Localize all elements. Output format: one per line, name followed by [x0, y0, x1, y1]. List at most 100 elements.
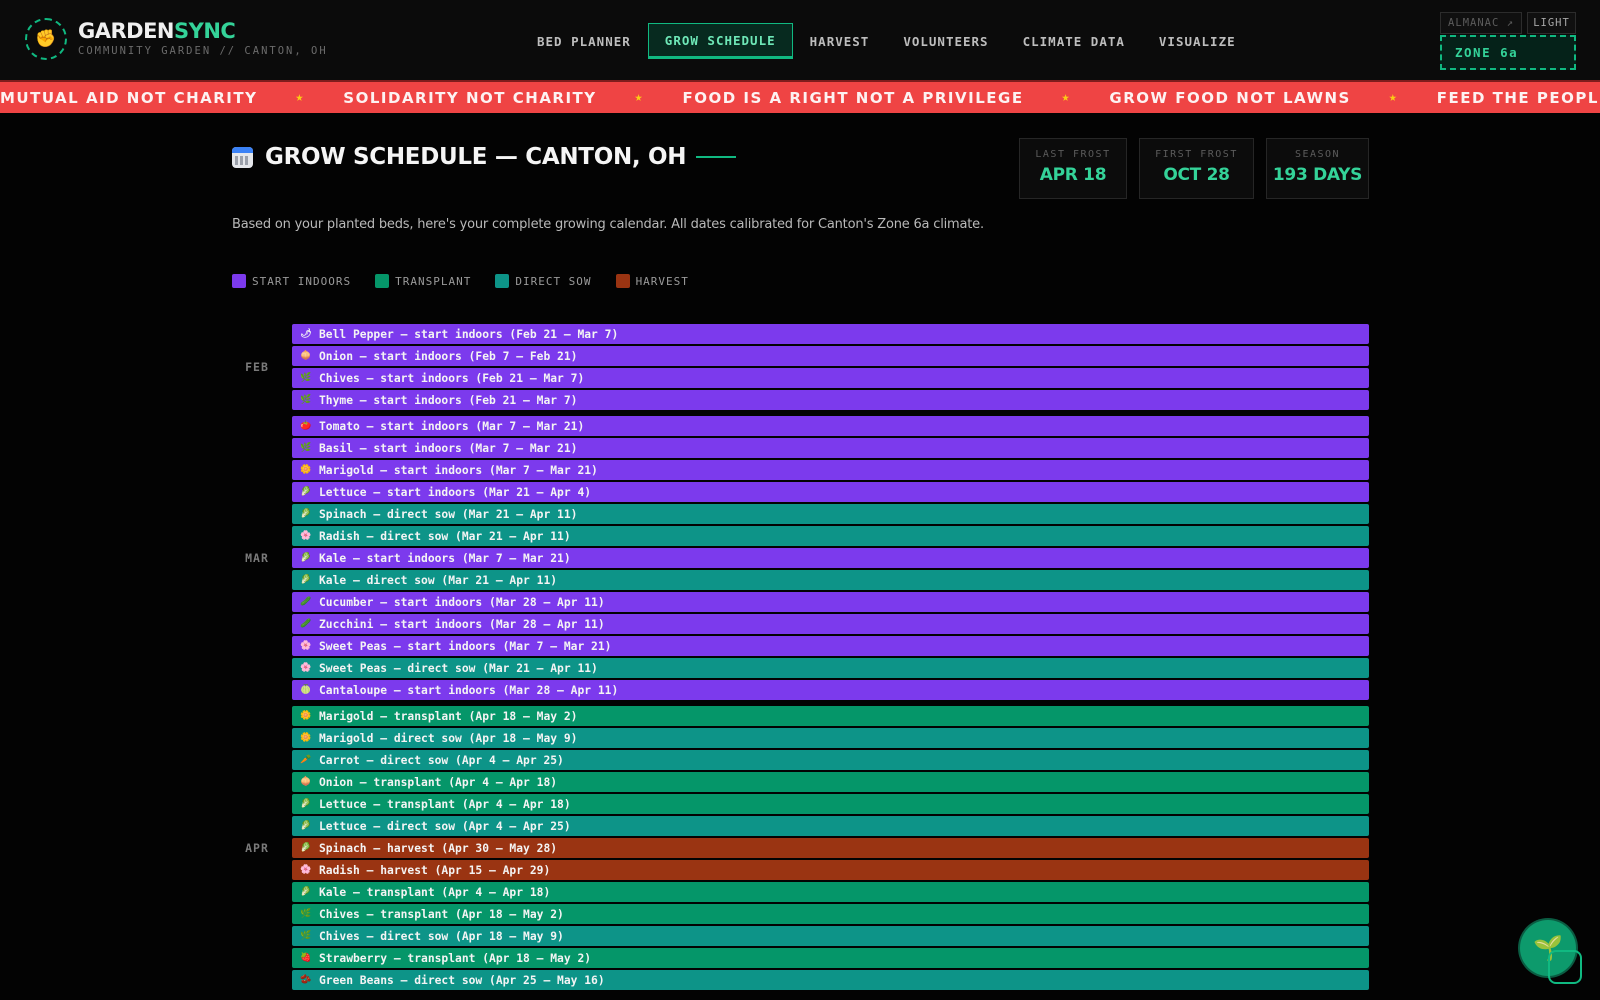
- fist-logo-icon[interactable]: ✊: [25, 18, 67, 60]
- task-bar-label: Bell Pepper — start indoors (Feb 21 – Ma…: [319, 327, 619, 341]
- task-bar-list: 🌶 Bell Pepper — start indoors (Feb 21 – M…: [292, 324, 1369, 410]
- calendar-icon: [232, 146, 253, 168]
- task-bar-label: Marigold — start indoors (Mar 7 – Mar 21…: [319, 463, 598, 477]
- crop-icon: 🌸: [300, 865, 312, 875]
- schedule-task-bar[interactable]: 🌿 Chives — transplant (Apr 18 – May 2): [292, 904, 1369, 924]
- schedule-task-bar[interactable]: 🌸 Radish — direct sow (Mar 21 – Apr 11): [292, 526, 1369, 546]
- task-bar-label: Marigold — direct sow (Apr 18 – May 9): [319, 731, 578, 745]
- schedule-task-bar[interactable]: 🥕 Carrot — direct sow (Apr 4 – Apr 25): [292, 750, 1369, 770]
- schedule-task-bar[interactable]: 🥬 Lettuce — transplant (Apr 4 – Apr 18): [292, 794, 1369, 814]
- title-divider: [696, 156, 737, 158]
- schedule-task-bar[interactable]: 🌸 Sweet Peas — start indoors (Mar 7 – Mar…: [292, 636, 1369, 656]
- schedule-task-bar[interactable]: 🥒 Zucchini — start indoors (Mar 28 – Apr …: [292, 614, 1369, 634]
- legend-label: TRANSPLANT: [395, 274, 472, 288]
- schedule-task-bar[interactable]: 🥬 Spinach — harvest (Apr 30 – May 28): [292, 838, 1369, 858]
- schedule-task-bar[interactable]: 🌿 Chives — start indoors (Feb 21 – Mar 7): [292, 368, 1369, 388]
- crop-icon: 🥕: [300, 755, 312, 765]
- task-bar-label: Zucchini — start indoors (Mar 28 – Apr 1…: [319, 617, 605, 631]
- crop-icon: 🍅: [300, 421, 312, 431]
- schedule-task-bar[interactable]: 🥒 Cucumber — start indoors (Mar 28 – Apr …: [292, 592, 1369, 612]
- crop-icon: 🌼: [300, 733, 312, 743]
- schedule-task-bar[interactable]: 🌼 Marigold — direct sow (Apr 18 – May 9): [292, 728, 1369, 748]
- crop-icon: 🌶: [300, 329, 312, 339]
- task-bar-label: Onion — transplant (Apr 4 – Apr 18): [319, 775, 558, 789]
- task-bar-label: Spinach — direct sow (Mar 21 – Apr 11): [319, 507, 578, 521]
- schedule-task-bar[interactable]: 🥬 Kale — start indoors (Mar 7 – Mar 21): [292, 548, 1369, 568]
- month-group-feb: FEB 🌶 Bell Pepper — start indoors (Feb 21 …: [232, 324, 1369, 410]
- schedule-task-bar[interactable]: 🫘 Green Beans — direct sow (Apr 25 – May …: [292, 970, 1369, 990]
- nav-visualize[interactable]: VISUALIZE: [1142, 23, 1253, 59]
- month-label: FEB: [245, 360, 269, 374]
- schedule-task-bar[interactable]: 🧅 Onion — transplant (Apr 4 – Apr 18): [292, 772, 1369, 792]
- stat-label: FIRST FROST: [1155, 149, 1238, 160]
- task-bar-label: Thyme — start indoors (Feb 21 – Mar 7): [319, 393, 578, 407]
- page-title-text: GROW SCHEDULE — CANTON, OH: [265, 144, 687, 170]
- legend-swatch: [232, 274, 246, 288]
- main-nav: BED PLANNER GROW SCHEDULE HARVEST VOLUNT…: [520, 23, 1253, 59]
- month-label: MAR: [245, 551, 269, 565]
- schedule-task-bar[interactable]: 🥬 Lettuce — direct sow (Apr 4 – Apr 25): [292, 816, 1369, 836]
- legend-direct-sow: DIRECT SOW: [495, 274, 591, 288]
- brand-name[interactable]: GARDENSYNC: [78, 19, 236, 43]
- schedule-task-bar[interactable]: 🌸 Radish — harvest (Apr 15 – Apr 29): [292, 860, 1369, 880]
- legend-harvest: HARVEST: [615, 274, 689, 288]
- task-bar-label: Chives — start indoors (Feb 21 – Mar 7): [319, 371, 585, 385]
- crop-icon: 🥬: [300, 553, 312, 563]
- schedule-task-bar[interactable]: 🌿 Chives — direct sow (Apr 18 – May 9): [292, 926, 1369, 946]
- schedule-task-bar[interactable]: 🥬 Kale — direct sow (Mar 21 – Apr 11): [292, 570, 1369, 590]
- schedule-task-bar[interactable]: 🥬 Lettuce — start indoors (Mar 21 – Apr 4…: [292, 482, 1369, 502]
- brand-name-part1: GARDEN: [78, 19, 175, 43]
- nav-grow-schedule[interactable]: GROW SCHEDULE: [647, 23, 793, 59]
- task-bar-label: Lettuce — start indoors (Mar 21 – Apr 4): [319, 485, 592, 499]
- task-bar-label: Marigold — transplant (Apr 18 – May 2): [319, 709, 578, 723]
- schedule-task-bar[interactable]: 🥬 Spinach — direct sow (Mar 21 – Apr 11): [292, 504, 1369, 524]
- theme-toggle-button[interactable]: LIGHT: [1527, 12, 1576, 34]
- crop-icon: 🌿: [300, 395, 312, 405]
- stat-season-length: SEASON 193 DAYS: [1266, 138, 1369, 199]
- logo-glyph: ✊: [35, 29, 57, 49]
- schedule-task-bar[interactable]: 🌶 Bell Pepper — start indoors (Feb 21 – M…: [292, 324, 1369, 344]
- stat-first-frost: FIRST FROST OCT 28: [1139, 138, 1254, 199]
- legend-label: HARVEST: [635, 274, 689, 288]
- ticker-slogan: SOLIDARITY NOT CHARITY: [343, 88, 597, 107]
- crop-icon: 🥬: [300, 843, 312, 853]
- schedule-task-bar[interactable]: 🌿 Thyme — start indoors (Feb 21 – Mar 7): [292, 390, 1369, 410]
- task-bar-label: Carrot — direct sow (Apr 4 – Apr 25): [319, 753, 564, 767]
- ticker-slogan: FEED THE PEOPLE: [1436, 88, 1600, 107]
- star-icon: ★: [1061, 90, 1070, 105]
- task-bar-label: Lettuce — direct sow (Apr 4 – Apr 25): [319, 819, 571, 833]
- task-bar-list: 🌼 Marigold — transplant (Apr 18 – May 2) 🌼…: [292, 706, 1369, 990]
- schedule-task-bar[interactable]: 🍈 Cantaloupe — start indoors (Mar 28 – Ap…: [292, 680, 1369, 700]
- chat-toggle-outline[interactable]: [1548, 950, 1582, 984]
- schedule-task-bar[interactable]: 🌼 Marigold — transplant (Apr 18 – May 2): [292, 706, 1369, 726]
- almanac-link[interactable]: ALMANAC ↗: [1440, 12, 1522, 34]
- stat-label: LAST FROST: [1035, 149, 1111, 160]
- schedule-task-bar[interactable]: 🧅 Onion — start indoors (Feb 7 – Feb 21): [292, 346, 1369, 366]
- stat-value: OCT 28: [1163, 165, 1230, 185]
- month-group-apr: APR 🌼 Marigold — transplant (Apr 18 – May …: [232, 706, 1369, 990]
- star-icon: ★: [1388, 90, 1397, 105]
- schedule-task-bar[interactable]: 🍅 Tomato — start indoors (Mar 7 – Mar 21): [292, 416, 1369, 436]
- schedule-task-bar[interactable]: 🥬 Kale — transplant (Apr 4 – Apr 18): [292, 882, 1369, 902]
- nav-volunteers[interactable]: VOLUNTEERS: [886, 23, 1005, 59]
- schedule-task-bar[interactable]: 🍓 Strawberry — transplant (Apr 18 – May 2…: [292, 948, 1369, 968]
- crop-icon: 🥬: [300, 887, 312, 897]
- star-icon: ★: [634, 90, 643, 105]
- nav-climate-data[interactable]: CLIMATE DATA: [1006, 23, 1142, 59]
- legend-label: START INDOORS: [252, 274, 352, 288]
- task-bar-label: Spinach — harvest (Apr 30 – May 28): [319, 841, 558, 855]
- brand-subtitle: COMMUNITY GARDEN // CANTON, OH: [78, 45, 328, 57]
- schedule-task-bar[interactable]: 🌼 Marigold — start indoors (Mar 7 – Mar 2…: [292, 460, 1369, 480]
- task-bar-label: Chives — transplant (Apr 18 – May 2): [319, 907, 564, 921]
- zone-badge[interactable]: ZONE 6a: [1440, 35, 1576, 70]
- nav-harvest[interactable]: HARVEST: [793, 23, 887, 59]
- crop-icon: 🌿: [300, 373, 312, 383]
- nav-bed-planner[interactable]: BED PLANNER: [520, 23, 648, 59]
- schedule-task-bar[interactable]: 🌿 Basil — start indoors (Mar 7 – Mar 21): [292, 438, 1369, 458]
- crop-icon: 🍓: [300, 953, 312, 963]
- task-bar-label: Basil — start indoors (Mar 7 – Mar 21): [319, 441, 578, 455]
- month-group-mar: MAR 🍅 Tomato — start indoors (Mar 7 – Mar …: [232, 416, 1369, 700]
- task-bar-label: Chives — direct sow (Apr 18 – May 9): [319, 929, 564, 943]
- task-bar-label: Green Beans — direct sow (Apr 25 – May 1…: [319, 973, 605, 987]
- schedule-task-bar[interactable]: 🌸 Sweet Peas — direct sow (Mar 21 – Apr 1…: [292, 658, 1369, 678]
